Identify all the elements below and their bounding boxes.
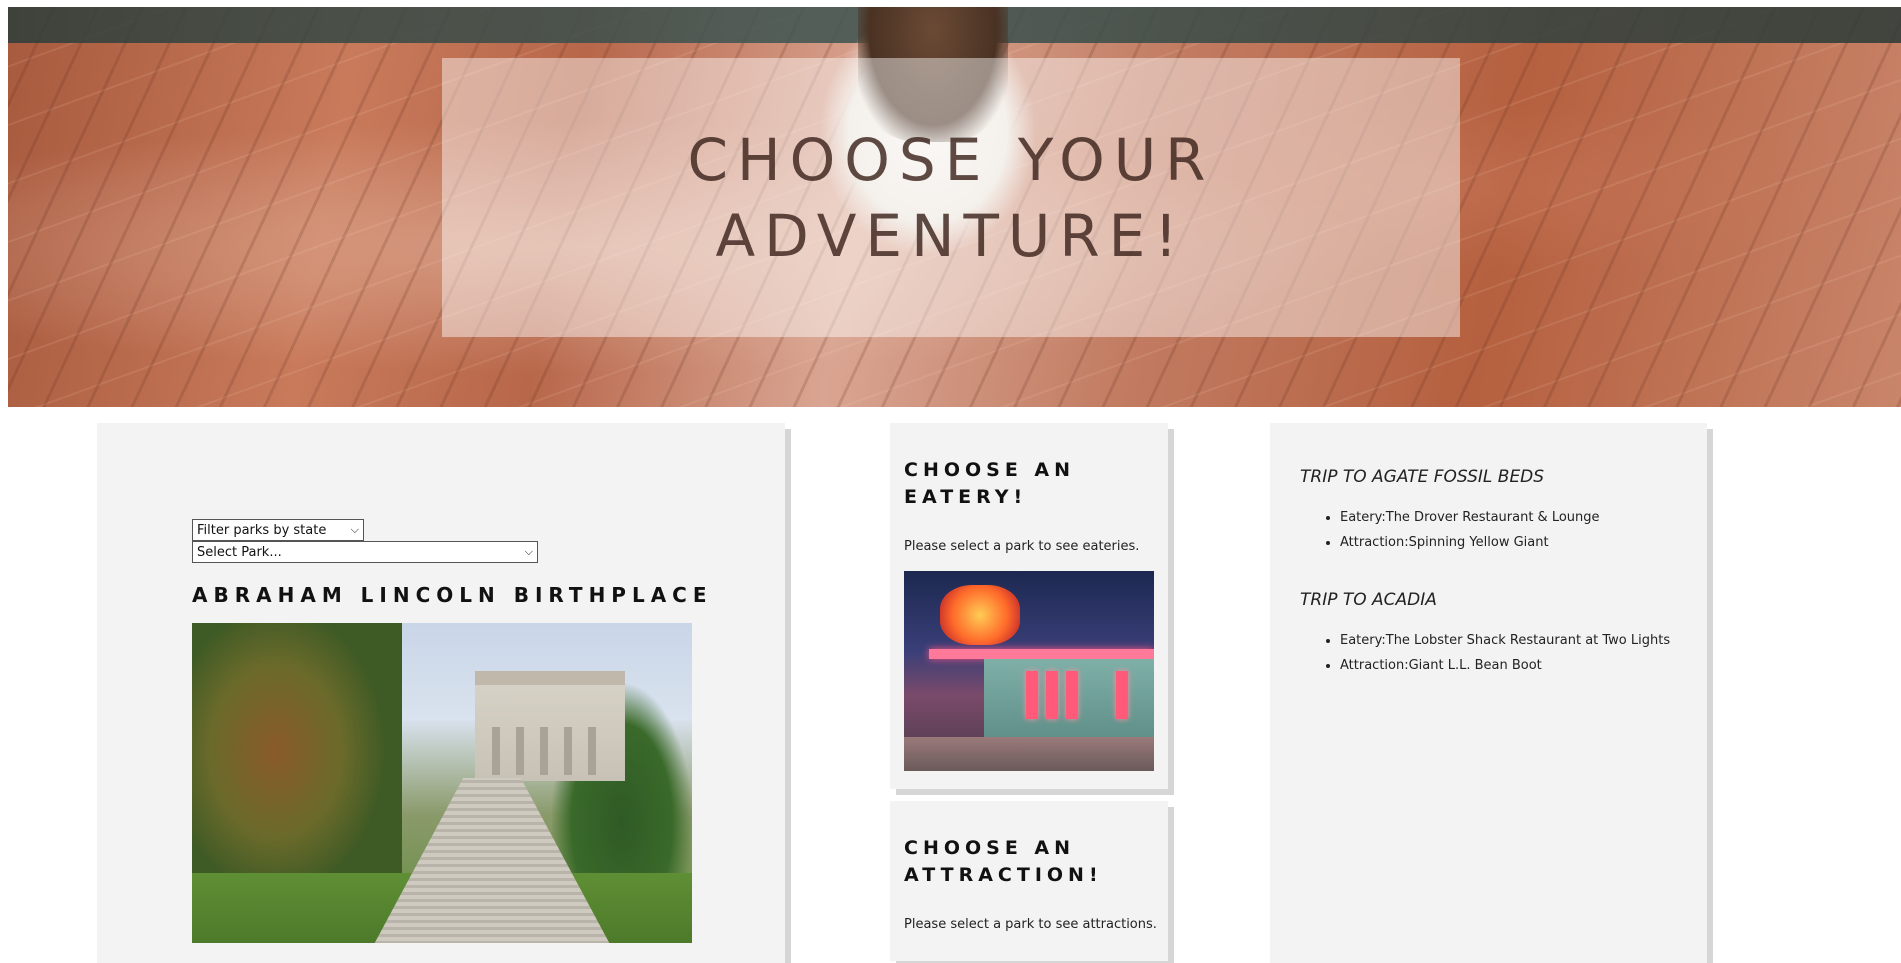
trip-list: Eatery:The Drover Restaurant & Lounge At… [1300, 505, 1600, 555]
diner-window [1026, 671, 1038, 719]
state-filter-select[interactable]: Filter parks by state ⌵ [192, 519, 364, 541]
diner-window [1116, 671, 1128, 719]
attraction-note: Please select a park to see attractions. [904, 917, 1157, 932]
diner-ground [904, 737, 1154, 771]
eatery-note: Please select a park to see eateries. [904, 539, 1140, 554]
photo-column [564, 727, 572, 775]
trip-list-item: Attraction:Giant L.L. Bean Boot [1340, 653, 1670, 678]
park-select[interactable]: Select Park... ⌵ [192, 541, 538, 563]
hero-title: CHOOSE YOUR ADVENTURE! [687, 125, 1215, 270]
diner-roof [929, 649, 1154, 659]
trips-card: TRIP TO AGATE FOSSIL BEDS Eatery:The Dro… [1270, 423, 1707, 963]
attraction-heading: CHOOSE AN ATTRACTION! [904, 837, 1103, 886]
trip-list-item: Eatery:The Drover Restaurant & Lounge [1340, 505, 1600, 530]
chevron-down-icon: ⌵ [524, 545, 533, 558]
hero-title-box: CHOOSE YOUR ADVENTURE! [442, 58, 1460, 337]
diner-sign [940, 585, 1020, 645]
trip-block: TRIP TO AGATE FOSSIL BEDS Eatery:The Dro… [1300, 467, 1600, 555]
trip-list: Eatery:The Lobster Shack Restaurant at T… [1300, 628, 1670, 678]
state-filter-value: Filter parks by state [197, 522, 327, 538]
photo-column [588, 727, 596, 775]
hero-banner: CHOOSE YOUR ADVENTURE! [8, 7, 1901, 407]
photo-column [516, 727, 524, 775]
diner-window [1066, 671, 1078, 719]
photo-column [540, 727, 548, 775]
attraction-card: CHOOSE AN ATTRACTION! Please select a pa… [890, 801, 1168, 961]
photo-column [492, 727, 500, 775]
trip-list-item: Attraction:Spinning Yellow Giant [1340, 530, 1600, 555]
eatery-card: CHOOSE AN EATERY! Please select a park t… [890, 423, 1168, 789]
trip-block: TRIP TO ACADIA Eatery:The Lobster Shack … [1300, 590, 1670, 678]
park-photo [192, 623, 692, 943]
park-selection-card: Filter parks by state ⌵ Select Park... ⌵… [97, 423, 785, 963]
trip-title: TRIP TO AGATE FOSSIL BEDS [1300, 467, 1545, 487]
park-select-value: Select Park... [197, 544, 282, 560]
eatery-heading: CHOOSE AN EATERY! [904, 459, 1076, 508]
park-name: ABRAHAM LINCOLN BIRTHPLACE [192, 583, 713, 607]
diner-window [1046, 671, 1058, 719]
chevron-down-icon: ⌵ [350, 523, 359, 536]
trip-list-item: Eatery:The Lobster Shack Restaurant at T… [1340, 628, 1670, 653]
eatery-photo [904, 571, 1154, 771]
trip-title: TRIP TO ACADIA [1300, 590, 1437, 610]
